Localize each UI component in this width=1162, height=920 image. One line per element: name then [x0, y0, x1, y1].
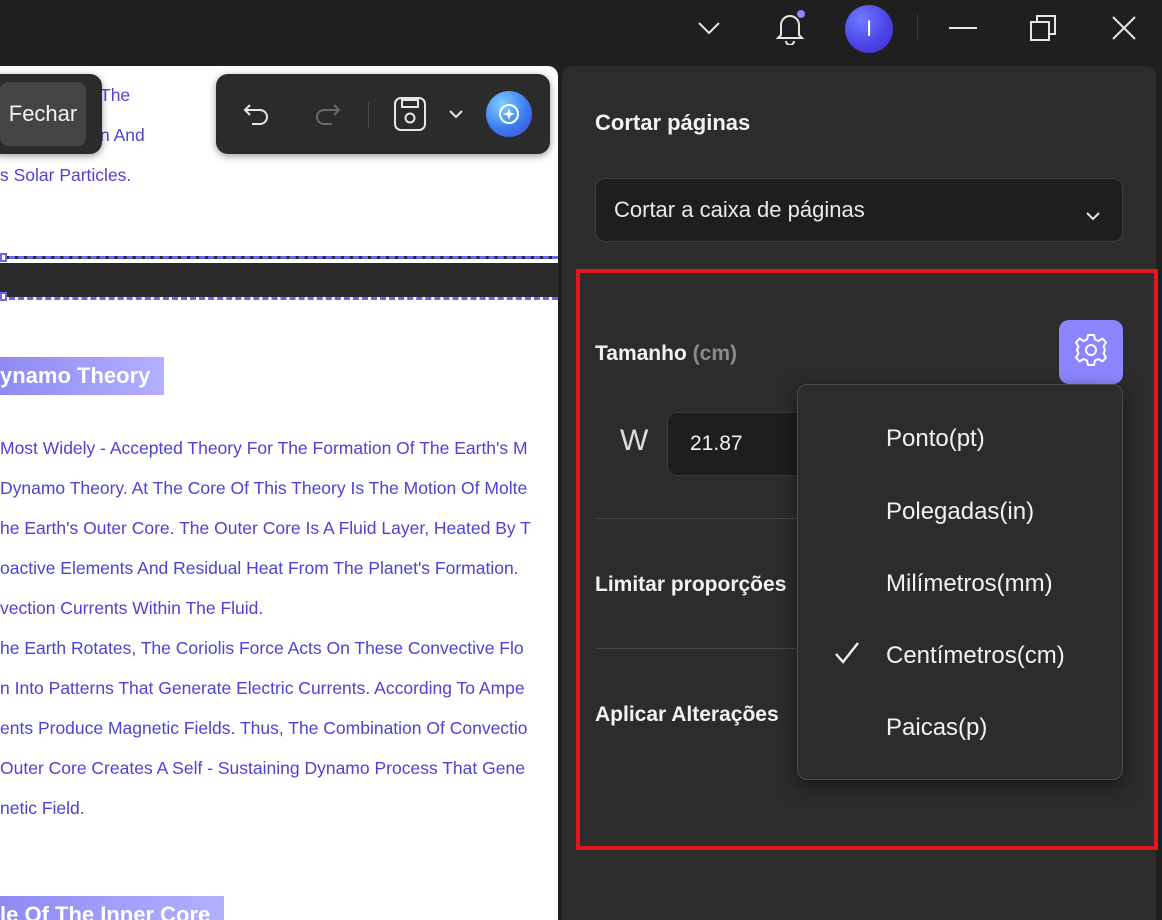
- doc-text-line: vection Currents Within The Fluid.: [0, 598, 264, 618]
- doc-text-line: netic Field.: [0, 798, 85, 818]
- checkmark-icon: [834, 641, 860, 670]
- doc-text-line: ents Produce Magnetic Fields. Thus, The …: [0, 718, 528, 738]
- unit-option-label: Ponto(pt): [886, 425, 985, 452]
- avatar[interactable]: I: [845, 5, 893, 53]
- crop-handle[interactable]: [0, 292, 7, 301]
- unit-option-centimeters[interactable]: Centímetros(cm): [798, 620, 1122, 692]
- doc-heading: ynamo Theory: [0, 357, 165, 395]
- crop-handle[interactable]: [0, 253, 7, 262]
- unit-option-points[interactable]: Ponto(pt): [798, 403, 1122, 475]
- save-icon[interactable]: [390, 94, 430, 134]
- unit-option-millimeters[interactable]: Milímetros(mm): [798, 548, 1122, 620]
- chevron-down-icon: [1086, 201, 1100, 227]
- close-window-icon[interactable]: [1104, 8, 1144, 48]
- size-unit: (cm): [692, 342, 737, 365]
- size-label-text: Tamanho: [595, 342, 687, 365]
- gear-icon: [1073, 332, 1109, 373]
- size-label: Tamanho (cm): [595, 342, 737, 366]
- document-page: The n And s Solar Particles. ynamo Theor…: [0, 66, 558, 920]
- close-button[interactable]: Fechar: [0, 82, 86, 146]
- unit-option-label: Milímetros(mm): [886, 570, 1053, 597]
- unit-option-label: Centímetros(cm): [886, 642, 1065, 669]
- doc-text-line: he Earth's Outer Core. The Outer Core Is…: [0, 518, 531, 538]
- minimize-icon[interactable]: [943, 8, 983, 48]
- crop-mode-select[interactable]: Cortar a caixa de páginas: [595, 178, 1123, 242]
- divider: [596, 518, 806, 519]
- divider: [596, 648, 806, 649]
- units-dropdown-menu: Ponto(pt) Polegadas(in) Milímetros(mm) C…: [797, 384, 1123, 780]
- unit-option-label: Polegadas(in): [886, 498, 1035, 525]
- width-label: W: [620, 424, 649, 457]
- doc-text-line: oactive Elements And Residual Heat From …: [0, 558, 519, 578]
- constrain-proportions-label: Limitar proporções: [595, 573, 787, 596]
- save-options-chevron-icon[interactable]: [436, 94, 476, 134]
- title-bar: I: [0, 0, 1162, 56]
- doc-text-line: Most Widely - Accepted Theory For The Fo…: [0, 438, 528, 458]
- width-input[interactable]: 21.87: [667, 412, 817, 476]
- chevron-down-icon[interactable]: [689, 8, 729, 48]
- doc-heading: le Of The Inner Core: [0, 896, 225, 920]
- doc-text-line: n Into Patterns That Generate Electric C…: [0, 678, 525, 698]
- crop-mode-value: Cortar a caixa de páginas: [614, 197, 865, 222]
- unit-option-label: Paicas(p): [886, 714, 988, 741]
- edit-toolbar: [216, 74, 550, 154]
- unit-option-inches[interactable]: Polegadas(in): [798, 476, 1122, 548]
- restore-window-icon[interactable]: [1023, 8, 1063, 48]
- redo-icon[interactable]: [308, 94, 348, 134]
- panel-title: Cortar páginas: [595, 110, 751, 135]
- notification-dot: [797, 10, 805, 18]
- ai-assistant-icon[interactable]: [486, 91, 532, 137]
- units-settings-button[interactable]: [1059, 320, 1123, 384]
- doc-text-line: The: [100, 85, 131, 105]
- doc-text-line: n And: [100, 125, 145, 145]
- doc-text-line: s Solar Particles.: [0, 165, 132, 185]
- toolbar-separator: [368, 102, 369, 128]
- doc-text-line: Outer Core Creates A Self - Sustaining D…: [0, 758, 525, 778]
- crop-region-band[interactable]: [0, 256, 558, 300]
- close-toolbar: Fechar: [0, 74, 102, 154]
- titlebar-separator: [917, 14, 918, 40]
- doc-text-line: he Earth Rotates, The Coriolis Force Act…: [0, 638, 524, 658]
- unit-option-picas[interactable]: Paicas(p): [798, 692, 1122, 764]
- apply-changes-label: Aplicar Alterações: [595, 703, 779, 726]
- doc-text-line: Dynamo Theory. At The Core Of This Theor…: [0, 478, 528, 498]
- undo-icon[interactable]: [236, 94, 276, 134]
